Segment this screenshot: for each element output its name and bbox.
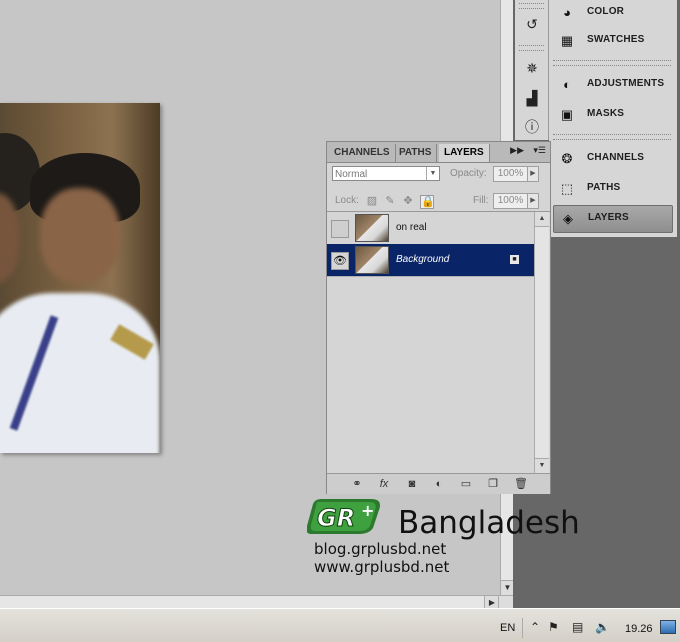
layer-list: on real 👁 Background ■ — [327, 212, 535, 473]
dock-item-label: MASKS — [587, 108, 625, 119]
swatches-icon: ▦ — [560, 33, 574, 48]
tab-channels[interactable]: CHANNELS — [329, 144, 396, 162]
show-desktop-button[interactable] — [660, 620, 676, 634]
blend-mode-select[interactable]: Normal ▼ — [332, 166, 440, 181]
visibility-toggle[interactable] — [331, 220, 349, 238]
lock-icon: ■ — [510, 255, 519, 264]
layer-thumbnail — [355, 246, 389, 274]
taskbar: EN ⌃ ⚑ ▤ 🔈 19.26 — [0, 608, 680, 642]
tab-layers[interactable]: LAYERS — [439, 144, 490, 162]
blend-mode-value: Normal — [335, 169, 368, 180]
add-mask-icon[interactable]: ◙ — [404, 476, 420, 492]
channels-icon: ❂ — [561, 151, 573, 166]
svg-text:+: + — [361, 501, 374, 520]
layer-name[interactable]: Background — [396, 254, 449, 265]
lock-transparency-icon[interactable]: ▨ — [366, 195, 378, 207]
fill-label: Fill: — [473, 195, 489, 206]
volume-icon[interactable]: 🔈 — [595, 620, 610, 634]
navigator-icon[interactable]: ✵ — [522, 58, 542, 78]
action-center-flag-icon[interactable]: ⚑ — [548, 620, 559, 634]
layer-row[interactable]: on real — [327, 212, 535, 245]
dock-grip[interactable] — [519, 3, 544, 9]
dock-item-swatches[interactable]: ▦ SWATCHES — [553, 28, 671, 54]
history-icon[interactable]: ↺ — [522, 14, 542, 34]
adjustment-layer-icon[interactable]: ◐ — [431, 476, 447, 492]
svg-text:GR: GR — [317, 504, 355, 532]
info-icon[interactable]: ⓘ — [522, 117, 542, 137]
dock-item-layers[interactable]: ◈ LAYERS — [553, 205, 673, 233]
collapse-panel-icon[interactable]: ▶▶ — [510, 145, 524, 156]
dock-item-label: COLOR — [587, 6, 625, 17]
dock-item-label: CHANNELS — [587, 152, 645, 163]
dock-grip[interactable] — [553, 134, 671, 140]
dock-item-label: ADJUSTMENTS — [587, 78, 665, 89]
tab-paths[interactable]: PATHS — [394, 144, 438, 162]
scroll-up-button[interactable]: ▲ — [535, 212, 549, 227]
fill-value: 100% — [497, 195, 524, 206]
lock-all-icon[interactable]: 🔒 — [420, 195, 435, 209]
dock-item-adjustments[interactable]: ◐ ADJUSTMENTS — [553, 72, 671, 98]
panel-menu-icon[interactable]: ▾☰ — [533, 145, 546, 156]
masks-icon: ▣ — [560, 107, 574, 122]
delete-layer-icon[interactable]: 🗑 — [513, 476, 529, 492]
network-icon[interactable]: ▤ — [572, 620, 583, 634]
paths-icon: ⬚ — [560, 181, 574, 196]
layers-icon: ◈ — [563, 211, 573, 226]
photo-image — [0, 103, 160, 453]
layers-panel: CHANNELS PATHS LAYERS ▶▶ ▾☰ Normal ▼ Opa… — [326, 141, 551, 494]
grplus-logo: GR + — [307, 499, 380, 534]
canvas-horizontal-scrollbar[interactable]: ▶ — [0, 595, 513, 609]
fill-slider-button[interactable]: ▶ — [527, 193, 539, 209]
dock-item-masks[interactable]: ▣ MASKS — [553, 102, 671, 128]
dock-item-channels[interactable]: ❂ CHANNELS — [553, 146, 671, 172]
new-layer-icon[interactable]: ❐ — [485, 476, 501, 492]
panel-tab-bar: CHANNELS PATHS LAYERS ▶▶ ▾☰ — [327, 142, 550, 163]
opacity-field[interactable]: 100% ▶ — [493, 166, 539, 182]
watermark-url: www.grplusbd.net — [314, 558, 450, 576]
lock-position-icon[interactable]: ✥ — [402, 195, 414, 207]
dock-item-color[interactable]: ◕ COLOR — [553, 0, 671, 26]
chevron-down-icon: ▼ — [426, 167, 439, 180]
layers-scrollbar[interactable]: ▲ ▼ — [534, 212, 549, 473]
layer-row[interactable]: 👁 Background ■ — [327, 244, 535, 277]
layers-footer: ⚭ fx ◙ ◐ ▭ ❐ 🗑 — [327, 473, 550, 494]
language-indicator[interactable]: EN — [500, 622, 515, 634]
watermark-brand: Bangladesh — [398, 505, 580, 541]
dock-grip[interactable] — [553, 60, 671, 66]
fill-field[interactable]: 100% ▶ — [493, 193, 539, 209]
lock-label: Lock: — [335, 195, 359, 206]
dock-item-label: SWATCHES — [587, 34, 645, 45]
opacity-value: 100% — [497, 168, 524, 179]
layer-name[interactable]: on real — [396, 222, 427, 233]
fx-icon[interactable]: fx — [376, 476, 392, 492]
dock-item-label: LAYERS — [588, 212, 629, 223]
histogram-icon[interactable]: ▟ — [522, 88, 542, 108]
clock[interactable]: 19.26 — [625, 623, 653, 635]
collapsed-panel-icons: ↺ ✵ ▟ ⓘ — [515, 0, 549, 140]
layer-thumbnail — [355, 214, 389, 242]
watermark-url: blog.grplusbd.net — [314, 540, 447, 558]
new-group-icon[interactable]: ▭ — [458, 476, 474, 492]
eye-icon[interactable]: 👁 — [331, 252, 349, 270]
tray-expand-icon[interactable]: ⌃ — [530, 620, 540, 634]
dock-item-paths[interactable]: ⬚ PATHS — [553, 176, 671, 202]
opacity-slider-button[interactable]: ▶ — [527, 166, 539, 182]
opacity-label: Opacity: — [450, 168, 487, 179]
lock-image-icon[interactable]: ✎ — [384, 195, 396, 207]
dock-item-label: PATHS — [587, 182, 621, 193]
dock-grip[interactable] — [519, 45, 544, 51]
link-layers-icon[interactable]: ⚭ — [349, 476, 365, 492]
adjustments-icon: ◐ — [563, 77, 571, 92]
scroll-down-button[interactable]: ▼ — [535, 458, 549, 473]
dock-panel-list: ◕ COLOR ▦ SWATCHES ◐ ADJUSTMENTS ▣ MASKS… — [549, 0, 677, 237]
color-icon: ◕ — [563, 5, 571, 20]
